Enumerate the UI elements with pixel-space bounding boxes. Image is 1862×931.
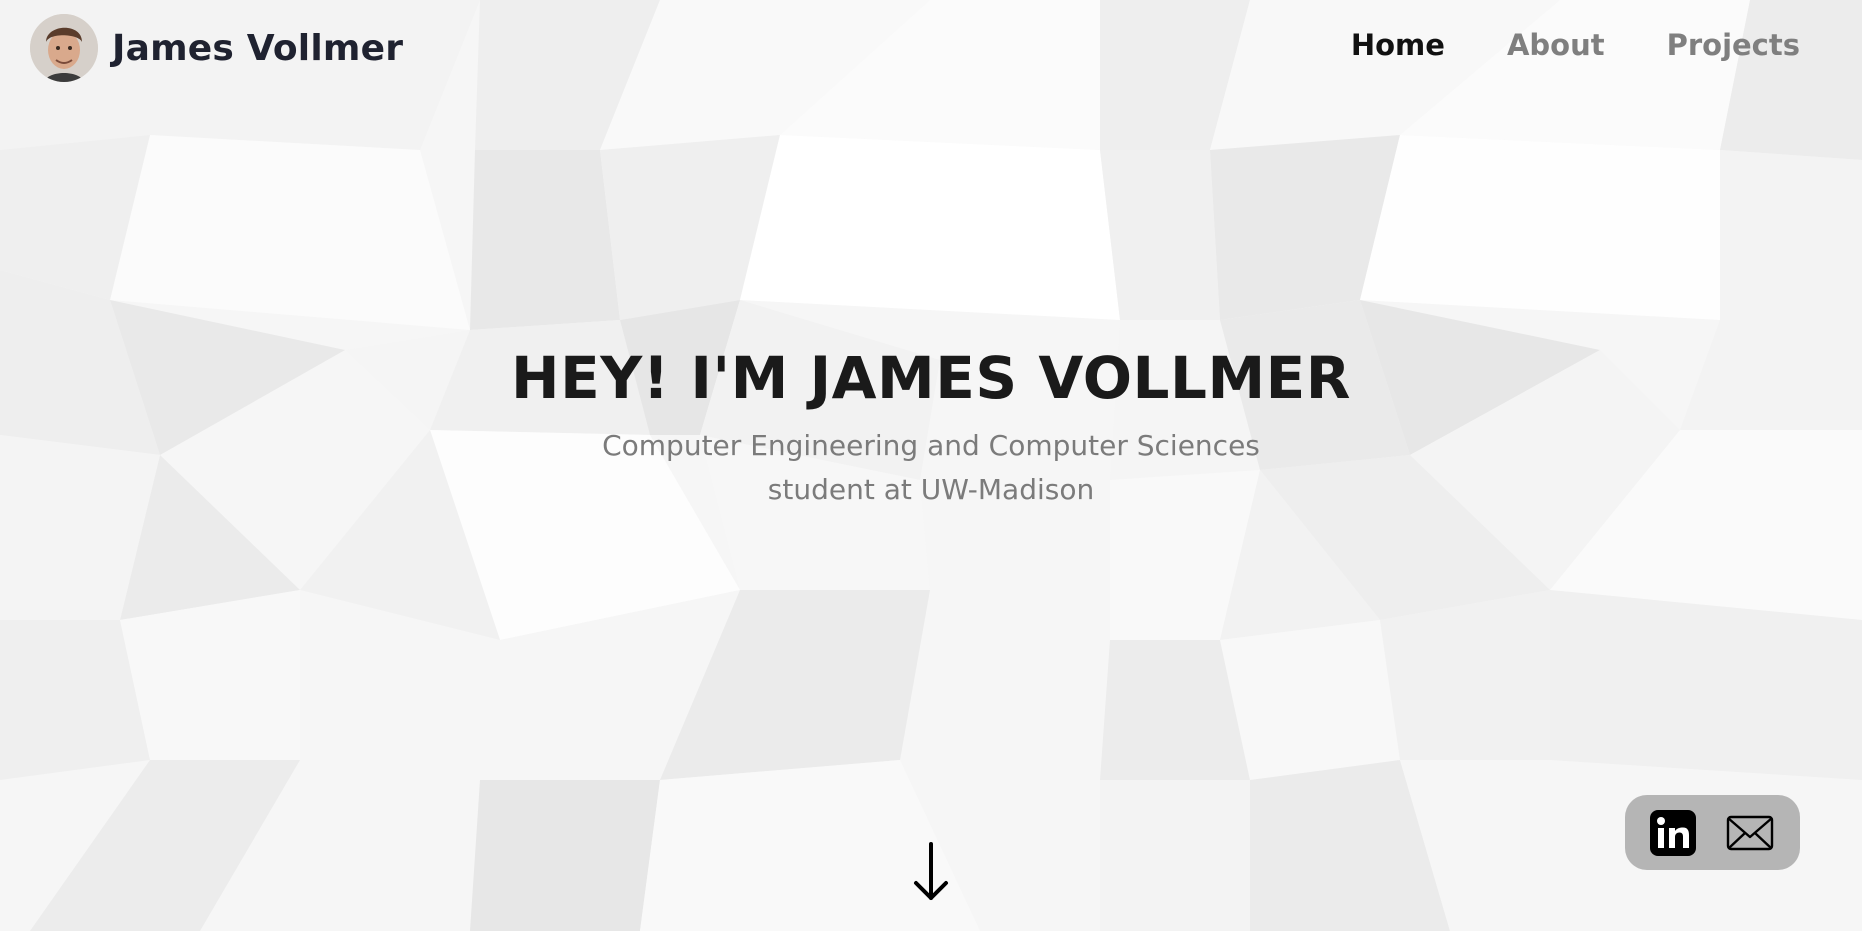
site-header: James Vollmer Home About Projects xyxy=(0,0,1862,96)
page: James Vollmer Home About Projects HEY! I… xyxy=(0,0,1862,931)
profile-photo-icon xyxy=(30,14,98,82)
nav-home-link[interactable]: Home xyxy=(1351,28,1445,62)
social-links xyxy=(1625,795,1800,870)
linkedin-icon[interactable] xyxy=(1649,809,1697,857)
nav-about-link[interactable]: About xyxy=(1507,28,1605,62)
nav-projects-link[interactable]: Projects xyxy=(1667,28,1800,62)
hero-title: HEY! I'M JAMES VOLLMER xyxy=(511,344,1351,412)
hero-subtitle: Computer Engineering and Computer Scienc… xyxy=(602,429,1260,506)
main-nav: Home About Projects xyxy=(1289,28,1800,62)
arrow-down-icon[interactable] xyxy=(912,840,950,904)
avatar xyxy=(30,14,98,82)
brand[interactable]: James Vollmer xyxy=(30,14,403,82)
mail-icon[interactable] xyxy=(1726,809,1774,857)
hero: HEY! I'M JAMES VOLLMER Computer Engineer… xyxy=(0,344,1862,512)
brand-name[interactable]: James Vollmer xyxy=(112,28,403,69)
